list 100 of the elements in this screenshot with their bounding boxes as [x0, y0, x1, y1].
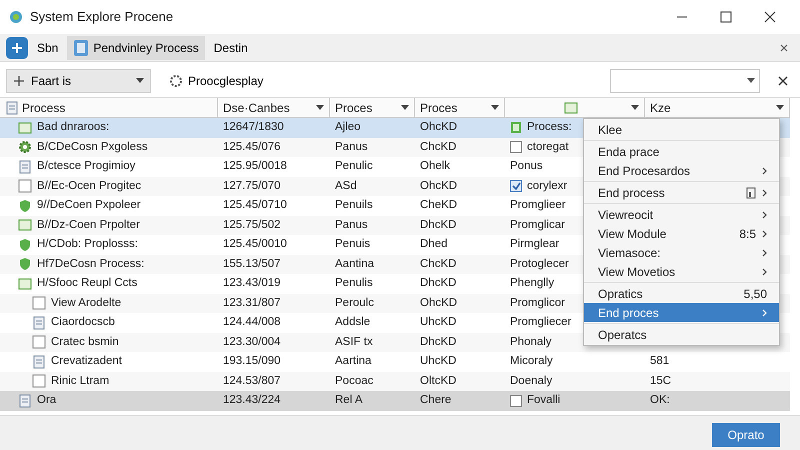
- table-cell-text: Micoraly: [510, 354, 553, 370]
- table-cell-text: DhcKD: [420, 218, 456, 233]
- table-cell-text: Promglieer: [510, 198, 566, 214]
- table-cell-text: corylexr: [527, 178, 568, 194]
- tab[interactable]: Sbn: [31, 36, 64, 60]
- column-header[interactable]: Proces: [330, 98, 415, 118]
- process-name[interactable]: H/Sfooc Reupl Ccts: [37, 275, 138, 292]
- caret-icon: [316, 105, 324, 110]
- process-name[interactable]: 9//DeCoen Pxpoleer: [37, 197, 141, 214]
- menu-item[interactable]: End proces: [584, 303, 779, 322]
- table-cell-text: ASIF tx: [335, 334, 373, 350]
- plus-icon: [11, 42, 23, 54]
- caret-icon: [631, 105, 639, 110]
- table-cell-text: 127.75/070: [223, 178, 281, 194]
- menu-item[interactable]: Klee: [584, 120, 779, 139]
- column-header[interactable]: [505, 98, 645, 118]
- process-name[interactable]: Hf7DeCosn Process:: [37, 256, 144, 273]
- table-cell-text: Addsle: [335, 315, 370, 330]
- table-cell-text: Process:: [527, 120, 572, 136]
- table-cell-text: 125.75/502: [223, 218, 281, 233]
- document-icon: [32, 354, 46, 369]
- square-icon: [32, 374, 46, 388]
- document-icon: [73, 38, 90, 56]
- table-cell-text: Penuils: [335, 198, 373, 214]
- toolbar-button[interactable]: Proocglesplay: [163, 70, 270, 90]
- square-icon: [32, 296, 46, 310]
- table-cell-text: CheKD: [420, 198, 458, 214]
- tab[interactable]: Pendvinley Process: [67, 36, 205, 60]
- search-field[interactable]: [610, 68, 760, 92]
- table-cell-text: 12647/1830: [223, 120, 284, 136]
- new-tab-button[interactable]: [6, 36, 28, 58]
- caret-icon: [491, 105, 499, 110]
- column-header[interactable]: Kze: [645, 98, 790, 118]
- process-name[interactable]: B//Dz-Coen Prpolter: [37, 216, 140, 234]
- table-cell-text: Dhed: [420, 237, 448, 252]
- process-name[interactable]: View Arodelte: [51, 294, 122, 312]
- folder-icon: [18, 276, 32, 291]
- table-cell-text: 581: [650, 354, 670, 370]
- column-header[interactable]: Proces: [415, 98, 505, 118]
- close-icon: [763, 11, 777, 23]
- table-cell-text: 125.45/076: [223, 140, 281, 155]
- window-title: System Explore Procene: [30, 8, 174, 26]
- checkbox[interactable]: [510, 141, 522, 154]
- table-cell-text: Aartina: [335, 354, 372, 370]
- document-icon: [18, 394, 32, 408]
- dropdown-button[interactable]: Faart is: [6, 68, 151, 92]
- caret-icon: [401, 105, 409, 110]
- column-header[interactable]: Dse·Canbes: [218, 98, 330, 118]
- tab[interactable]: Destin: [208, 36, 254, 60]
- table-cell-text: 125.45/0710: [223, 198, 287, 214]
- table-cell-text: Ohelk: [420, 159, 450, 174]
- column-title: Proces: [420, 100, 458, 116]
- table-cell-text: Rel A: [335, 393, 362, 408]
- caret-icon: [747, 78, 755, 83]
- process-name[interactable]: B//Ec-Ocen Progitec: [37, 178, 142, 195]
- process-name[interactable]: Cratec bsmin: [51, 334, 119, 351]
- caret-icon: [776, 105, 784, 110]
- process-name[interactable]: Rinic Ltram: [51, 372, 110, 390]
- table-cell-text: Doenaly: [510, 374, 552, 389]
- process-name[interactable]: Crevatizadent: [51, 353, 122, 370]
- process-name[interactable]: B/CDeCosn Pxgoless: [37, 138, 148, 156]
- folder-icon: [18, 120, 32, 135]
- close-icon: [780, 44, 788, 52]
- process-name[interactable]: B/ctesce Progimioy: [37, 158, 136, 176]
- column-header[interactable]: Process: [0, 98, 218, 118]
- table-cell-text: Phenglly: [510, 276, 554, 292]
- document-icon: [32, 316, 46, 330]
- table-cell-text: ChcKD: [420, 140, 456, 155]
- table-cell-text: Promgliecer: [510, 315, 572, 330]
- table-cell-text: Penuis: [335, 237, 370, 252]
- table-cell-text: Ajleo: [335, 120, 361, 136]
- folder-icon: [18, 218, 32, 232]
- square-icon: [18, 179, 32, 194]
- table-cell-text: Promglicor: [510, 296, 565, 311]
- shield-icon: [18, 198, 32, 213]
- plus-icon: [13, 74, 25, 86]
- table-cell-text: Pocoac: [335, 374, 374, 389]
- process-name[interactable]: H/CDob: Proplosss:: [37, 236, 138, 254]
- process-name[interactable]: Ciaordocscb: [51, 314, 115, 332]
- table-cell-text: Protoglecer: [510, 256, 569, 272]
- process-name[interactable]: Bad dnraroos:: [37, 119, 110, 136]
- table-cell-text: 123.30/004: [223, 334, 281, 350]
- checkbox[interactable]: [510, 180, 522, 192]
- document-icon: [510, 121, 522, 134]
- table-cell-text: UhcKD: [420, 315, 456, 330]
- table-cell-text: 15C: [650, 374, 672, 389]
- ok-button[interactable]: Oprato: [712, 423, 780, 447]
- table-cell-text: ASd: [335, 178, 357, 194]
- table-cell-text: 123.43/019: [223, 276, 281, 292]
- shield-icon: [18, 238, 32, 252]
- document-icon: [5, 100, 19, 114]
- table-cell-text: 123.43/224: [223, 393, 281, 408]
- document-icon: [18, 160, 32, 174]
- table-row[interactable]: Rinic Ltram 124.53/807 Pocoac OltcKD Doenaly 15C: [0, 372, 790, 391]
- table-cell-text: ctoregat: [527, 140, 569, 155]
- table-cell-text: DhcKD: [420, 334, 456, 350]
- table-cell-text: DhcKD: [420, 276, 456, 292]
- table-cell-text: OltcKD: [420, 374, 456, 389]
- table-cell-text: Penulic: [335, 159, 373, 174]
- menu-item[interactable]: End process: [584, 183, 779, 202]
